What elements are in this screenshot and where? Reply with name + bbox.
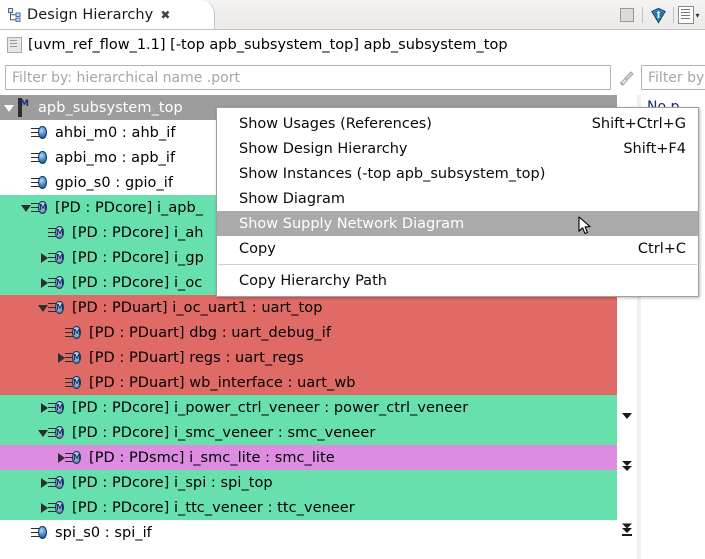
hierarchy-icon [8,8,22,22]
menu-separator [218,264,697,265]
tree-row-icon [48,275,67,290]
breadcrumb: [uvm_ref_flow_1.1] [-top apb_subsystem_t… [0,30,705,60]
tree-row-label: [PD : PDcore] i_power_ctrl_veneer : powe… [72,399,469,416]
tree-row-label: spi_s0 : spi_if [55,524,152,541]
tree-row-label: ahbi_m0 : ahb_if [55,124,176,141]
tree-row[interactable]: [PD : PDuart] i_oc_uart1 : uart_top [0,295,617,320]
tree-row-icon [48,250,67,265]
tree-row-label: [PD : PDcore] i_ttc_veneer : ttc_veneer [72,499,355,516]
menu-item[interactable]: Show Diagram [217,186,698,211]
tree-row-label: [PD : PDcore] i_spi : spi_top [72,474,273,491]
tree-row[interactable]: [PD : PDuart] wb_interface : uart_wb [0,370,617,395]
tree-row-icon [65,450,84,465]
tree-row-icon [48,225,67,240]
menu-item[interactable]: Copy Ctrl+C [217,236,698,261]
design-icon [7,37,22,53]
tree-row-icon [31,525,50,540]
list-icon [678,6,695,24]
tree-row-icon [48,425,67,440]
tree-row-icon [31,175,50,190]
tree-row-icon [65,350,84,365]
tree-row-icon [31,200,50,215]
chevron-down-icon[interactable] [4,102,16,114]
menu-item-label: Copy Hierarchy Path [239,272,387,289]
menu-item[interactable]: Show Instances (-top apb_subsystem_top) [217,161,698,186]
tree-row[interactable]: [PD : PDcore] i_spi : spi_top [0,470,617,495]
tree-row-label: apb_subsystem_top [38,99,183,116]
menu-item-accelerator: Shift+F4 [623,140,686,157]
tree-row-label: [PD : PDcore] i_oc [72,274,203,291]
tree-row-label: [PD : PDuart] regs : uart_regs [89,349,304,366]
view-toolbar: ▾ [615,3,701,27]
tree-row-label: [PD : PDcore] i_gp [72,249,204,266]
menu-item-accelerator: Shift+Ctrl+G [591,115,686,132]
tree-row-icon [48,300,67,315]
tree-row-label: [PD : PDuart] dbg : uart_debug_if [89,324,332,341]
tree-row-icon [65,375,84,390]
scroll-to-end-button[interactable] [617,522,637,538]
tree-row-icon [31,125,50,140]
tree-row[interactable]: [PD : PDcore] i_smc_veneer : smc_veneer [0,420,617,445]
module-icon [18,98,22,117]
tree-row-label: [PD : PDcore] i_ah [72,224,204,241]
tree-row-label: [PD : PDcore] i_smc_veneer : smc_veneer [72,424,376,441]
tree-row[interactable]: [PD : PDcore] i_ttc_veneer : ttc_veneer [0,495,617,520]
menu-item-label: Copy [239,240,276,257]
minimize-button[interactable] [615,4,639,26]
tree-row-icon [48,475,67,490]
menu-item-label: Show Diagram [239,190,345,207]
tree-row-label: apbi_mo : apb_if [55,149,176,166]
secondary-filter-input[interactable]: Filter by [641,65,705,90]
tree-row-icon [31,150,50,165]
menu-item[interactable]: Show Supply Network Diagram [217,211,698,236]
design-hierarchy-view: Design Hierarchy ✖ ▾ [uvm_ref_flow_1.1] … [0,0,705,559]
menu-item-label: Show Usages (References) [239,115,432,132]
breadcrumb-text: [uvm_ref_flow_1.1] [-top apb_subsystem_t… [28,37,508,53]
chevron-down-icon: ▾ [695,10,700,20]
close-icon[interactable]: ✖ [160,9,170,21]
tree-row[interactable]: [PD : PDuart] regs : uart_regs [0,345,617,370]
tab-design-hierarchy[interactable]: Design Hierarchy ✖ [0,0,215,30]
square-icon [620,8,634,22]
tree-row[interactable]: [PD : PDsmc] i_smc_lite : smc_lite [0,445,617,470]
tree-row-label: [PD : PDsmc] i_smc_lite : smc_lite [89,449,335,466]
tree-row-label: [PD : PDuart] wb_interface : uart_wb [89,374,356,391]
tree-row-icon [48,500,67,515]
view-tab-bar: Design Hierarchy ✖ ▾ [0,0,705,30]
tree-row[interactable]: [PD : PDcore] i_power_ctrl_veneer : powe… [0,395,617,420]
menu-item-label: Show Instances (-top apb_subsystem_top) [239,165,546,182]
debug-button[interactable] [646,4,670,26]
toolbar-separator [642,7,643,23]
menu-item-accelerator: Ctrl+C [637,240,686,257]
toolbar-separator-2 [673,7,674,23]
tree-row-icon [18,98,33,117]
scroll-page-down-button[interactable] [617,459,637,475]
tree-row-label: gpio_s0 : gpio_if [55,174,173,191]
filter-input[interactable]: Filter by: hierarchical name .port [5,65,611,90]
menu-item[interactable]: Copy Hierarchy Path [217,268,698,293]
menu-item[interactable]: Show Usages (References) Shift+Ctrl+G [217,111,698,136]
context-menu[interactable]: Show Usages (References) Shift+Ctrl+G Show… [216,107,699,297]
tree-row[interactable]: spi_s0 : spi_if [0,520,617,545]
tree-row-label: [PD : PDuart] i_oc_uart1 : uart_top [72,299,323,316]
menu-item-label: Show Supply Network Diagram [239,215,465,232]
filter-placeholder: Filter by: hierarchical name .port [12,69,240,86]
secondary-filter-placeholder: Filter by [648,69,705,86]
filter-row: Filter by: hierarchical name .port Filte… [0,61,705,94]
menu-item-label: Show Design Hierarchy [239,140,408,157]
tree-row-icon [48,400,67,415]
tree-row[interactable]: [PD : PDuart] dbg : uart_debug_if [0,320,617,345]
view-menu-button[interactable]: ▾ [677,4,701,26]
menu-item[interactable]: Show Design Hierarchy Shift+F4 [217,136,698,161]
scroll-down-button[interactable] [617,408,637,424]
broom-icon[interactable] [618,70,636,87]
tree-row-icon [65,325,84,340]
bug-shield-icon [650,7,667,24]
tree-row-label: [PD : PDcore] i_apb_ [55,199,204,216]
tab-label: Design Hierarchy [27,7,154,23]
